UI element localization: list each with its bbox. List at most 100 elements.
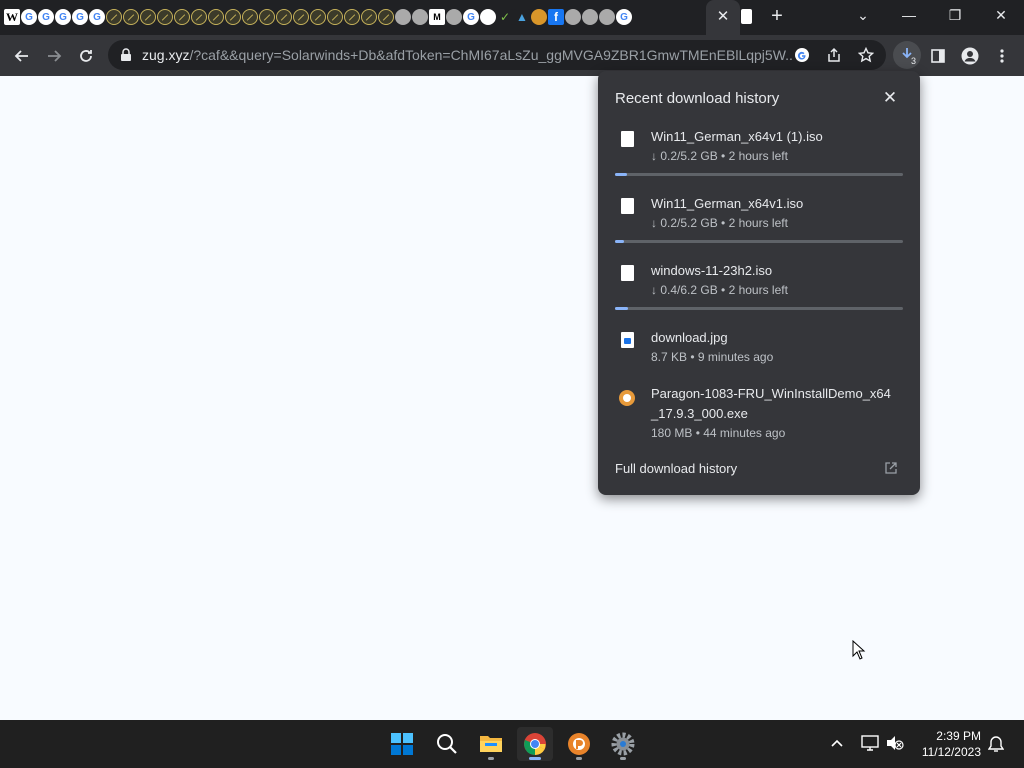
chrome-icon [524,733,546,755]
chevron-up-icon[interactable] [831,738,843,748]
tv-site-icon[interactable]: ▲ [514,9,530,25]
file-explorer-button[interactable] [473,727,509,761]
download-status: 8.7 KB • 9 minutes ago [651,350,774,364]
download-filename: Win11_German_x64v1.iso [651,196,804,211]
google-lens-icon[interactable] [794,47,810,63]
start-button[interactable] [384,727,420,761]
back-button[interactable] [8,42,36,70]
blocked-icon[interactable] [344,9,360,25]
system-clock[interactable]: 2:39 PM 11/12/2023 [905,728,981,760]
url-path: /?caf&&query=Solarwinds+Db&afdToken=ChMI… [189,47,792,63]
menu-button[interactable] [988,42,1016,70]
running-indicator [576,757,582,760]
download-progress-bar [615,307,903,310]
download-status: ↓ 0.4/6.2 GB • 2 hours left [651,283,788,297]
google-icon[interactable]: G [616,9,632,25]
blocked-icon[interactable] [106,9,122,25]
notification-bell-icon[interactable] [988,735,1004,753]
network-icon[interactable] [861,735,879,751]
document-tab-icon[interactable] [741,9,752,24]
settings-taskbar-button[interactable] [605,727,641,761]
progress-fill [615,240,624,243]
blocked-icon[interactable] [174,9,190,25]
download-item[interactable]: windows-11-23h2.iso ↓ 0.4/6.2 GB • 2 hou… [598,261,920,315]
google-icon[interactable]: G [38,9,54,25]
wikipedia-icon[interactable]: W [4,9,20,25]
running-indicator [620,757,626,760]
download-item[interactable]: Win11_German_x64v1 (1).iso ↓ 0.2/5.2 GB … [598,127,920,181]
blocked-icon[interactable] [276,9,292,25]
blocked-icon[interactable] [225,9,241,25]
blocked-icon[interactable] [157,9,173,25]
close-window-button[interactable]: ✕ [978,0,1024,30]
chrome-taskbar-button[interactable] [517,727,553,761]
taskbar-search-button[interactable] [429,727,465,761]
google-icon[interactable]: G [89,9,105,25]
download-item[interactable]: Win11_German_x64v1.iso ↓ 0.2/5.2 GB • 2 … [598,194,920,248]
postman-icon[interactable] [531,9,547,25]
file-icon [621,131,634,147]
bookmark-star-icon[interactable] [858,47,874,63]
reload-button[interactable] [72,42,100,70]
tab-strip: W G G G G G M G ✓ ▲ f G ✕ + ⌄ — ❐ ✕ [0,0,1024,35]
paragon-icon [568,733,590,755]
blocked-icon[interactable] [140,9,156,25]
paragon-taskbar-button[interactable] [561,727,597,761]
facebook-icon[interactable]: f [548,9,564,25]
downloads-button[interactable]: 3 [893,41,921,69]
url-text[interactable]: zug.xyz/?caf&&query=Solarwinds+Db&afdTok… [142,47,792,63]
address-bar[interactable]: zug.xyz/?caf&&query=Solarwinds+Db&afdTok… [108,40,886,70]
download-status: ↓ 0.2/5.2 GB • 2 hours left [651,149,788,163]
tab-close-button[interactable]: ✕ [716,8,730,26]
profile-button[interactable] [956,42,984,70]
gray-site-icon[interactable] [599,9,615,25]
downloads-bubble-title: Recent download history [615,90,780,107]
blocked-icon[interactable] [378,9,394,25]
gray-site-icon[interactable] [565,9,581,25]
blocked-icon[interactable] [123,9,139,25]
forward-button[interactable] [40,42,68,70]
blocked-icon[interactable] [242,9,258,25]
snapchat-icon[interactable] [480,9,496,25]
download-item[interactable]: Paragon-1083-FRU_WinInstallDemo_x64_17.9… [598,384,920,444]
download-progress-bar [615,173,903,176]
gray-site-icon[interactable] [446,9,462,25]
progress-fill [615,307,628,310]
open-in-new-icon[interactable] [884,461,898,475]
lock-icon[interactable] [120,48,132,62]
gray-site-icon[interactable] [582,9,598,25]
blocked-icon[interactable] [191,9,207,25]
progress-fill [615,173,627,176]
blocked-icon[interactable] [293,9,309,25]
side-panel-button[interactable] [924,42,952,70]
gray-site-icon[interactable] [395,9,411,25]
download-item[interactable]: download.jpg 8.7 KB • 9 minutes ago [598,328,920,368]
medium-icon[interactable]: M [429,9,445,25]
blocked-icon[interactable] [310,9,326,25]
file-icon [621,198,634,214]
google-icon[interactable]: G [463,9,479,25]
arrow-site-icon[interactable]: ✓ [497,9,513,25]
blocked-icon[interactable] [208,9,224,25]
reload-icon [80,50,92,62]
blocked-icon[interactable] [327,9,343,25]
share-icon[interactable] [826,47,842,63]
google-icon[interactable]: G [55,9,71,25]
google-icon[interactable]: G [21,9,37,25]
clock-date: 11/12/2023 [921,745,981,759]
minimize-button[interactable]: — [886,0,932,30]
paragon-app-icon [619,390,635,406]
maximize-button[interactable]: ❐ [932,0,978,30]
blocked-icon[interactable] [259,9,275,25]
close-icon[interactable]: ✕ [878,87,902,109]
google-icon[interactable]: G [72,9,88,25]
blocked-icon[interactable] [361,9,377,25]
settings-gear-icon [611,732,635,756]
new-tab-button[interactable]: + [766,5,788,27]
back-arrow-icon [14,50,28,62]
volume-muted-icon[interactable] [886,735,904,751]
downloads-bubble: Recent download history ✕ Win11_German_x… [598,71,920,495]
tab-search-button[interactable]: ⌄ [840,0,886,30]
full-download-history-link[interactable]: Full download history [615,461,737,476]
gray-site-icon[interactable] [412,9,428,25]
